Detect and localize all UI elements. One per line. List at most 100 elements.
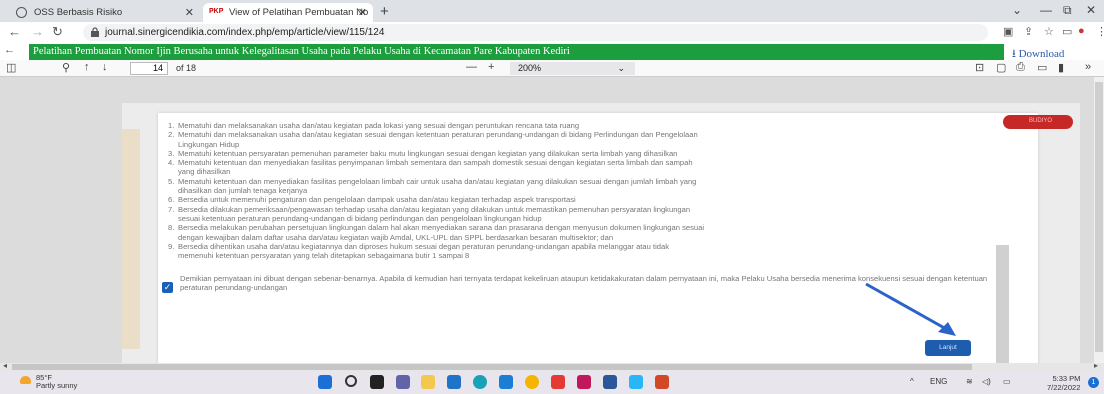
list-item: 9. Bersedia dihentikan usaha dan/atau keg…	[168, 241, 670, 261]
list-item: 4. Mematuhi ketentuan dan menyediakan fas…	[168, 158, 693, 177]
app-icon[interactable]	[551, 375, 565, 389]
notification-badge[interactable]: 1	[1088, 377, 1099, 388]
clock-time: 5:33 PM	[1052, 374, 1081, 383]
word-icon[interactable]	[603, 375, 617, 389]
app-icon[interactable]	[499, 375, 513, 389]
new-tab-icon[interactable]: +	[380, 3, 389, 20]
open-file-icon[interactable]: ▢	[996, 61, 1006, 74]
tab-title: View of Pelatihan Pembuatan No	[229, 7, 369, 18]
page-background	[122, 129, 140, 349]
back-arrow-icon[interactable]: ←	[4, 44, 15, 56]
zoom-value: 200%	[518, 63, 542, 73]
tools-chevron-icon[interactable]: »	[1085, 61, 1091, 73]
weather-desc: Partly sunny	[36, 381, 78, 390]
menu-kebab-icon[interactable]: ⋮	[1096, 25, 1104, 38]
browser-tab-strip: OSS Berbasis Risiko ✕ PKP View of Pelati…	[0, 0, 1104, 22]
page-number-input[interactable]: 14	[130, 62, 168, 75]
partly-sunny-icon	[20, 376, 31, 384]
app-icon[interactable]	[629, 375, 643, 389]
share-icon[interactable]: ⇪	[1024, 25, 1033, 38]
download-label: Download	[1018, 48, 1065, 60]
show-hidden-icons[interactable]: ^	[910, 377, 914, 386]
translate-icon[interactable]: ▣	[1003, 25, 1013, 38]
search-icon[interactable]: ⚲	[62, 61, 70, 74]
zoom-in-icon[interactable]: +	[488, 61, 494, 73]
side-panel-icon[interactable]: ▭	[1062, 25, 1072, 38]
zoom-select[interactable]: 200% ⌄	[510, 62, 635, 75]
horizontal-scrollbar[interactable]: ◂ ▸	[0, 361, 1104, 371]
scrollbar-thumb[interactable]	[1095, 82, 1103, 352]
start-icon[interactable]	[318, 375, 332, 389]
reload-icon[interactable]: ↻	[52, 24, 63, 40]
url-field[interactable]: journal.sinergicendikia.com/index.php/em…	[83, 24, 988, 41]
back-arrow-icon[interactable]: ←	[8, 24, 21, 39]
lanjut-button[interactable]: Lanjut	[925, 340, 971, 356]
print-icon[interactable]: ⎙	[1016, 61, 1025, 74]
lock-icon	[91, 27, 99, 37]
sidebar-toggle-icon[interactable]: ◫	[6, 61, 16, 74]
annotation-arrow	[865, 282, 956, 336]
pdf-toolbar: ◫ ⚲ ↑ ↓ 14 of 18 — + 200% ⌄ ⊡ ▢ ⎙ ▭ ▮ »	[0, 60, 1104, 77]
chevron-down-icon[interactable]: ⌄	[1012, 3, 1022, 17]
scroll-right-icon[interactable]: ▸	[1094, 361, 1098, 370]
vertical-scrollbar[interactable]	[1094, 77, 1104, 363]
save-icon[interactable]: ▭	[1037, 61, 1047, 74]
store-icon[interactable]	[447, 375, 461, 389]
minimize-icon[interactable]: —	[1040, 3, 1052, 17]
tab-oss[interactable]: OSS Berbasis Risiko ✕	[8, 3, 200, 22]
edge-icon[interactable]	[473, 375, 487, 389]
scroll-left-icon[interactable]: ◂	[3, 361, 7, 370]
bookmark-star-icon[interactable]: ☆	[1044, 25, 1054, 38]
language-indicator[interactable]: ENG	[930, 377, 947, 386]
declaration-checkbox[interactable]: ✓	[162, 282, 173, 293]
list-item: 1. Mematuhi dan melaksanakan usaha dan/at…	[168, 121, 580, 130]
list-item: 7. Bersedia dilakukan pemeriksaan/pengawa…	[168, 204, 691, 223]
profile-avatar[interactable]: ●	[1078, 25, 1085, 37]
app-icon[interactable]	[577, 375, 591, 389]
list-item: 3. Mematuhi ketentuan persyaratan pemenuh…	[168, 148, 678, 158]
teams-icon[interactable]	[396, 375, 410, 389]
pdf-icon: PKP	[209, 8, 224, 15]
url-text: journal.sinergicendikia.com/index.php/em…	[105, 27, 385, 38]
weather-widget[interactable]: 85°F Partly sunny	[20, 374, 77, 390]
address-bar: ← → ↻ journal.sinergicendikia.com/index.…	[0, 22, 1104, 43]
next-page-icon[interactable]: ↓	[102, 61, 108, 73]
journal-header: ← Pelatihan Pembuatan Nomor Ijin Berusah…	[0, 43, 1104, 60]
bookmark-icon[interactable]: ▮	[1058, 61, 1064, 74]
maximize-icon[interactable]: ⧉	[1063, 3, 1072, 18]
file-explorer-icon[interactable]	[421, 375, 435, 389]
list-item: 2. Mematuhi dan melaksanakan usaha dan/at…	[168, 130, 698, 149]
zoom-out-icon[interactable]: —	[466, 61, 477, 73]
clock[interactable]: 5:33 PM 7/22/2022	[1047, 374, 1080, 392]
list-item: 8. Bersedia melakukan perubahan persetuju…	[168, 223, 705, 242]
windows-taskbar: 85°F Partly sunny ^ ENG ≋ ◁) ▭ 5:33 PM 7…	[0, 371, 1104, 394]
close-icon[interactable]: ✕	[358, 6, 367, 19]
tab-title: OSS Berbasis Risiko	[34, 7, 123, 18]
chevron-down-icon: ⌄	[617, 63, 625, 73]
statement-modal: BUDIYO 1. Mematuhi dan melaksanakan usaha…	[158, 113, 1073, 363]
clock-date: 7/22/2022	[1047, 383, 1081, 392]
previous-page-icon[interactable]: ↑	[84, 61, 90, 73]
search-icon[interactable]	[345, 375, 357, 387]
article-title: Pelatihan Pembuatan Nomor Ijin Berusaha …	[29, 44, 1004, 60]
close-window-icon[interactable]: ✕	[1086, 3, 1096, 17]
globe-icon	[16, 7, 27, 18]
close-icon[interactable]: ✕	[185, 6, 194, 19]
forward-arrow-icon[interactable]: →	[31, 24, 44, 39]
statement-list: 1. Mematuhi dan melaksanakan usaha dan/at…	[168, 121, 1013, 260]
red-badge: BUDIYO	[1003, 115, 1073, 129]
chrome-icon[interactable]	[525, 375, 539, 389]
wifi-icon[interactable]: ≋	[966, 377, 973, 386]
list-item: 6. Bersedia untuk memenuhi pengaturan dan…	[168, 195, 576, 205]
page-scrollbar[interactable]	[996, 245, 1009, 363]
page-count: of 18	[176, 63, 197, 73]
pdf-page: BUDIYO 1. Mematuhi dan melaksanakan usaha…	[122, 103, 1080, 363]
scrollbar-thumb[interactable]	[12, 364, 972, 370]
volume-icon[interactable]: ◁)	[982, 377, 991, 386]
powerpoint-icon[interactable]	[655, 375, 669, 389]
tab-pdf-view[interactable]: PKP View of Pelatihan Pembuatan No ✕	[203, 3, 373, 22]
battery-icon[interactable]: ▭	[1003, 377, 1011, 386]
pdf-viewer: BUDIYO 1. Mematuhi dan melaksanakan usaha…	[0, 77, 1104, 363]
presentation-icon[interactable]: ⊡	[975, 61, 984, 74]
task-view-icon[interactable]	[370, 375, 384, 389]
